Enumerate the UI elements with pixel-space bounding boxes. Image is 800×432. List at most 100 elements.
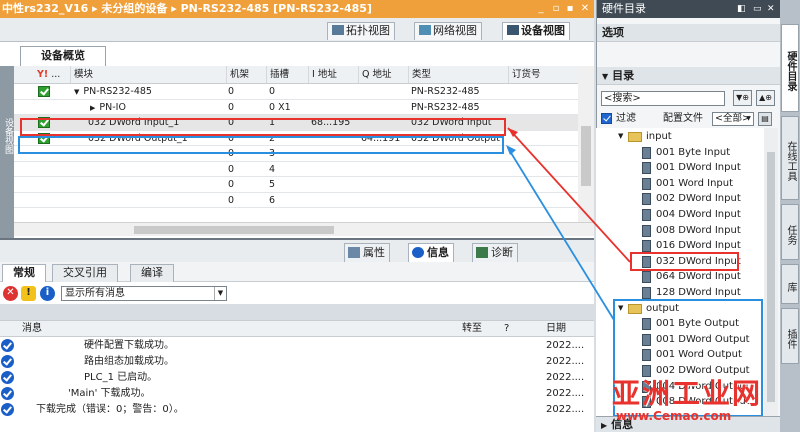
row-rack: 0 xyxy=(228,179,235,190)
side-tab-libraries[interactable]: 库 xyxy=(781,264,799,304)
grid-vertical-scrollbar[interactable] xyxy=(578,66,594,222)
chevron-down-icon[interactable]: ▼ xyxy=(214,287,226,300)
row-rack: 0 xyxy=(228,101,235,113)
close-icon[interactable]: ✕ xyxy=(578,2,592,15)
col-i-address[interactable]: I 地址 xyxy=(308,66,358,83)
row-type: PN-RS232-485 xyxy=(411,101,480,113)
catalog-section-header[interactable]: ▼ 目录 xyxy=(597,67,781,85)
profile-select[interactable]: <全部> ▼ xyxy=(712,112,754,126)
table-row[interactable]: 0 4 xyxy=(14,162,594,177)
side-tab-tasks[interactable]: 任务 xyxy=(781,204,799,260)
tree-folder-input[interactable]: ▼ input xyxy=(596,129,764,145)
catalog-vertical-scrollbar[interactable] xyxy=(764,128,778,416)
row-rack: 0 xyxy=(228,163,235,175)
col-message[interactable]: 消息 xyxy=(22,321,42,337)
grid-horizontal-scrollbar[interactable] xyxy=(14,222,594,236)
search-down-icon[interactable]: ▼⊕ xyxy=(733,90,752,106)
tab-properties[interactable]: 属性 xyxy=(344,243,390,262)
tab-device-overview[interactable]: 设备概览 xyxy=(20,46,106,66)
row-module: PN-RS232-485 xyxy=(74,84,152,99)
tab-diagnostics[interactable]: 诊断 xyxy=(472,243,518,262)
info-filter-icon[interactable]: i xyxy=(40,286,55,301)
table-row[interactable]: 0 5 xyxy=(14,177,594,193)
filter-checkbox[interactable] xyxy=(601,113,612,124)
minimize-icon[interactable]: _ xyxy=(534,2,548,15)
row-slot: 4 xyxy=(269,163,276,175)
watermark-logo: 亚洲工业网 xyxy=(612,377,763,410)
chevron-down-icon[interactable]: ▼ xyxy=(618,129,623,144)
subtab-general[interactable]: 常规 xyxy=(2,264,46,282)
col-date[interactable]: 日期 xyxy=(546,321,566,337)
module-icon xyxy=(642,162,651,175)
watermark-url: www.Cemao.com xyxy=(616,409,732,423)
minimize-panel-icon[interactable]: ▭ xyxy=(753,0,762,18)
message-row[interactable]: 'Main' 下载成功。 2022.... xyxy=(0,386,594,402)
task-card-strip: 硬件目录 在线工具 任务 库 插件 xyxy=(780,0,800,432)
message-table: 消息 转至 ? 日期 硬件配置下载成功。 2022.... 路由组态加载成功。 … xyxy=(0,320,594,432)
col-help[interactable]: ? xyxy=(504,321,509,337)
device-view-side-tab[interactable]: 设备视图 xyxy=(0,66,14,238)
tree-item-module[interactable]: 001 Word Input xyxy=(596,176,764,192)
success-icon xyxy=(1,371,14,384)
module-icon xyxy=(642,193,651,206)
message-row[interactable]: 下载完成（错误：0；警告：0）。 2022.... xyxy=(0,402,594,418)
side-tab-online-tools[interactable]: 在线工具 xyxy=(781,116,799,200)
subtab-compile[interactable]: 编译 xyxy=(130,264,174,282)
row-slot: 5 xyxy=(269,179,276,190)
col-type[interactable]: 类型 xyxy=(408,66,508,83)
device-icon xyxy=(507,25,519,35)
scroll-thumb[interactable] xyxy=(767,152,775,402)
restore-icon[interactable]: ▫ xyxy=(549,2,563,15)
row-type: PN-RS232-485 xyxy=(411,86,480,97)
close-panel-icon[interactable]: ✕ xyxy=(767,0,775,18)
table-row[interactable]: PN-IO 0 0 X1 PN-RS232-485 xyxy=(14,100,594,115)
tree-item-module[interactable]: 001 Byte Input xyxy=(596,145,764,161)
search-up-icon[interactable]: ▲⊕ xyxy=(756,90,775,106)
options-section-header[interactable]: 选项 xyxy=(597,24,781,42)
table-row[interactable]: PN-RS232-485 0 0 PN-RS232-485 xyxy=(14,84,594,100)
tab-device-view[interactable]: 设备视图 xyxy=(502,22,570,40)
table-row[interactable]: 0 6 xyxy=(14,193,594,208)
tab-topology-view[interactable]: 拓扑视图 xyxy=(327,22,395,40)
row-rack: 0 xyxy=(228,194,235,206)
module-icon xyxy=(642,271,651,284)
maximize-icon[interactable]: ▪ xyxy=(563,2,577,15)
message-filter-select[interactable]: 显示所有消息 ▼ xyxy=(61,286,227,301)
warning-filter-icon[interactable]: ! xyxy=(21,286,36,301)
col-rack[interactable]: 机架 xyxy=(226,66,266,83)
message-row[interactable]: 路由组态加载成功。 2022.... xyxy=(0,354,594,370)
status-ok-icon xyxy=(38,86,50,97)
tree-item-module[interactable]: 004 DWord Input xyxy=(596,207,764,223)
success-icon xyxy=(1,403,14,416)
message-row[interactable]: 硬件配置下载成功。 2022.... xyxy=(0,338,594,354)
col-slot[interactable]: 插槽 xyxy=(266,66,308,83)
col-order-number[interactable]: 订货号 xyxy=(508,66,578,83)
tab-info[interactable]: 信息 xyxy=(408,243,454,262)
catalog-title-bar: 硬件目录 ◧ ▭ ✕ xyxy=(597,0,781,18)
col-q-address[interactable]: Q 地址 xyxy=(358,66,408,83)
message-row[interactable]: PLC_1 已启动。 2022.... xyxy=(0,370,594,386)
tab-network-view[interactable]: 网络视图 xyxy=(414,22,482,40)
subtab-cross-reference[interactable]: 交叉引用 xyxy=(52,264,118,282)
view-tab-bar: 拓扑视图 网络视图 设备视图 xyxy=(0,18,594,42)
catalog-view-icon[interactable]: ▤ xyxy=(758,112,772,126)
catalog-search-input[interactable]: <搜索> xyxy=(601,91,725,106)
side-tab-hardware-catalog[interactable]: 硬件目录 xyxy=(781,24,799,112)
chevron-right-icon: ▶ xyxy=(601,421,608,430)
tree-item-module[interactable]: 008 DWord Input xyxy=(596,223,764,239)
scroll-thumb[interactable] xyxy=(134,226,334,234)
scroll-thumb[interactable] xyxy=(581,126,591,186)
col-module[interactable]: 模块 xyxy=(70,66,226,83)
col-goto[interactable]: 转至 xyxy=(462,321,482,337)
error-filter-icon[interactable]: ✕ xyxy=(3,286,18,301)
highlight-input-row xyxy=(20,118,506,136)
tree-item-module[interactable]: 064 DWord Input xyxy=(596,269,764,285)
pin-icon[interactable]: ◧ xyxy=(737,0,746,18)
info-icon xyxy=(412,247,424,258)
tree-item-module[interactable]: 001 DWord Input xyxy=(596,160,764,176)
editor-title: 中性rs232_V16 ▸ 未分组的设备 ▸ PN-RS232-485 [PN-… xyxy=(0,0,594,18)
tree-item-module[interactable]: 002 DWord Input xyxy=(596,191,764,207)
properties-icon xyxy=(348,247,360,258)
module-icon xyxy=(642,177,651,190)
side-tab-add-ins[interactable]: 插件 xyxy=(781,308,799,364)
